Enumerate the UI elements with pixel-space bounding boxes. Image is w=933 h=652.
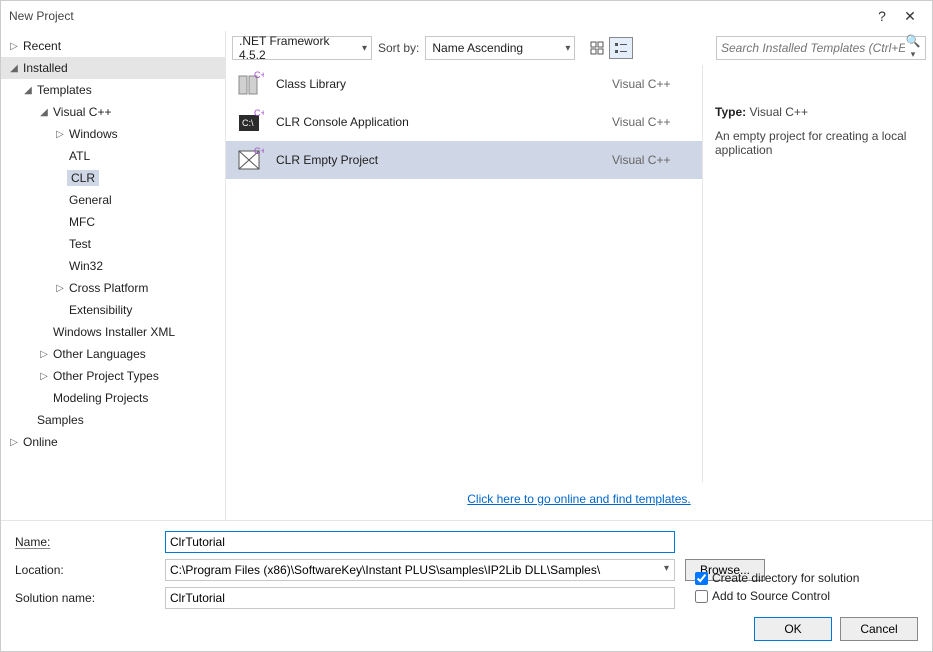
- online-templates-link-row: Click here to go online and find templat…: [226, 482, 932, 520]
- tree-samples[interactable]: Samples: [1, 409, 225, 431]
- svg-text:C++: C++: [254, 146, 264, 156]
- detail-type: Type: Visual C++: [715, 105, 920, 119]
- tree-modeling[interactable]: Modeling Projects: [1, 387, 225, 409]
- create-directory-checkbox[interactable]: Create directory for solution: [695, 571, 918, 585]
- search-input[interactable]: [721, 41, 905, 55]
- template-clr-console[interactable]: C:\C++ CLR Console Application Visual C+…: [226, 103, 702, 141]
- solution-name-label: Solution name:: [15, 591, 155, 605]
- solution-name-input[interactable]: [165, 587, 675, 609]
- list-icon: [614, 41, 628, 55]
- tree-wix[interactable]: Windows Installer XML: [1, 321, 225, 343]
- template-toolbar: .NET Framework 4.5.2 Sort by: Name Ascen…: [226, 31, 932, 65]
- search-box[interactable]: 🔍▾: [716, 36, 926, 60]
- tree-online[interactable]: ▷Online: [1, 431, 225, 453]
- svg-text:C++: C++: [254, 70, 264, 80]
- cancel-button[interactable]: Cancel: [840, 617, 918, 641]
- tree-cross-platform[interactable]: ▷Cross Platform: [1, 277, 225, 299]
- tree-recent[interactable]: ▷Recent: [1, 35, 225, 57]
- view-medium-icons[interactable]: [585, 37, 609, 59]
- empty-project-icon: C++: [236, 146, 264, 174]
- tree-windows[interactable]: ▷Windows: [1, 123, 225, 145]
- template-details: Type: Visual C++ An empty project for cr…: [702, 65, 932, 482]
- main-area: ▷Recent ◢Installed ◢Templates ◢Visual C+…: [1, 31, 932, 520]
- location-input[interactable]: [165, 559, 675, 581]
- detail-description: An empty project for creating a local ap…: [715, 129, 920, 157]
- category-tree[interactable]: ▷Recent ◢Installed ◢Templates ◢Visual C+…: [1, 31, 226, 520]
- svg-text:C:\: C:\: [242, 118, 254, 128]
- view-mode-buttons: [585, 37, 633, 59]
- search-icon[interactable]: 🔍▾: [905, 34, 921, 62]
- project-name-input[interactable]: [165, 531, 675, 553]
- sort-dropdown[interactable]: Name Ascending: [425, 36, 575, 60]
- tree-visual-cpp[interactable]: ◢Visual C++: [1, 101, 225, 123]
- ok-button[interactable]: OK: [754, 617, 832, 641]
- template-list[interactable]: C++ Class Library Visual C++ C:\C++ CLR …: [226, 65, 702, 482]
- tree-installed[interactable]: ◢Installed: [1, 57, 225, 79]
- tree-win32[interactable]: Win32: [1, 255, 225, 277]
- tree-atl[interactable]: ATL: [1, 145, 225, 167]
- template-clr-empty[interactable]: C++ CLR Empty Project Visual C++: [226, 141, 702, 179]
- add-source-control-checkbox[interactable]: Add to Source Control: [695, 589, 918, 603]
- help-button[interactable]: ?: [868, 8, 896, 24]
- online-templates-link[interactable]: Click here to go online and find templat…: [467, 492, 690, 506]
- solution-options: Create directory for solution Add to Sou…: [695, 571, 918, 603]
- tree-clr[interactable]: CLR: [1, 167, 225, 189]
- dialog-buttons: OK Cancel: [15, 609, 918, 641]
- center-panel: .NET Framework 4.5.2 Sort by: Name Ascen…: [226, 31, 932, 520]
- template-class-library[interactable]: C++ Class Library Visual C++: [226, 65, 702, 103]
- tree-test[interactable]: Test: [1, 233, 225, 255]
- new-project-dialog: New Project ? ✕ ▷Recent ◢Installed ◢Temp…: [0, 0, 933, 652]
- sort-by-label: Sort by:: [378, 41, 419, 55]
- titlebar: New Project ? ✕: [1, 1, 932, 31]
- window-title: New Project: [9, 9, 868, 23]
- tree-templates[interactable]: ◢Templates: [1, 79, 225, 101]
- grid-icon: [590, 41, 604, 55]
- tree-general[interactable]: General: [1, 189, 225, 211]
- bottom-form: Name: Location: Browse... Solution name:…: [1, 520, 932, 651]
- location-label: Location:: [15, 563, 155, 577]
- tree-other-project-types[interactable]: ▷Other Project Types: [1, 365, 225, 387]
- tree-extensibility[interactable]: Extensibility: [1, 299, 225, 321]
- name-label: Name:: [15, 535, 155, 549]
- tree-mfc[interactable]: MFC: [1, 211, 225, 233]
- console-app-icon: C:\C++: [236, 108, 264, 136]
- close-button[interactable]: ✕: [896, 8, 924, 25]
- class-library-icon: C++: [236, 70, 264, 98]
- svg-text:C++: C++: [254, 108, 264, 118]
- view-small-icons[interactable]: [609, 37, 633, 59]
- framework-dropdown[interactable]: .NET Framework 4.5.2: [232, 36, 372, 60]
- tree-other-languages[interactable]: ▷Other Languages: [1, 343, 225, 365]
